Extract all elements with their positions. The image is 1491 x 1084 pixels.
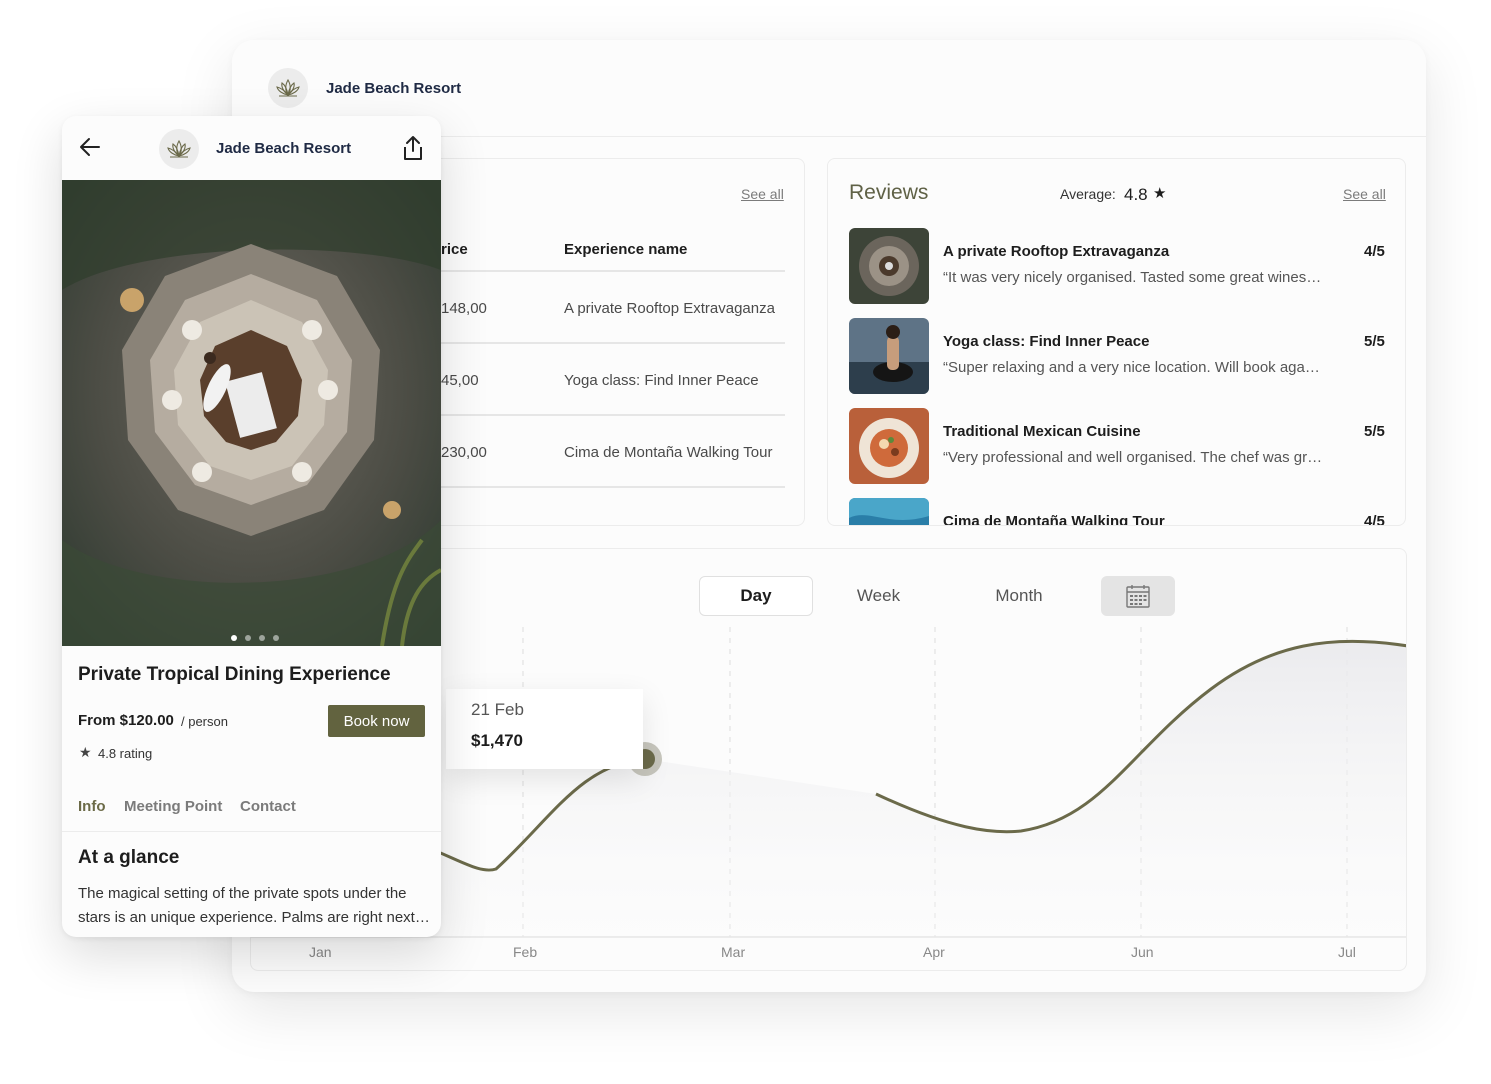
section-title: At a glance xyxy=(78,847,180,868)
price-label: From $120.00 xyxy=(78,712,174,729)
review-thumbnail[interactable] xyxy=(849,228,929,304)
chart-tooltip: 21 Feb $1,470 xyxy=(446,689,643,769)
review-title[interactable]: A private Rooftop Extravaganza xyxy=(943,243,1169,260)
review-title[interactable]: Cima de Montaña Walking Tour xyxy=(943,513,1165,525)
tab-meeting-point[interactable]: Meeting Point xyxy=(124,798,222,815)
table-cell-price: 148,00 xyxy=(441,300,487,317)
price-unit: / person xyxy=(181,714,228,729)
reviews-card: Reviews Average: 4.8 ★ See all A private… xyxy=(827,158,1406,526)
body-line: The magical setting of the private spots… xyxy=(78,885,407,902)
average-label: Average: xyxy=(1060,186,1116,202)
table-cell-name[interactable]: Yoga class: Find Inner Peace xyxy=(564,372,759,389)
experience-title: Private Tropical Dining Experience xyxy=(78,664,391,685)
table-cell-name[interactable]: A private Rooftop Extravaganza xyxy=(564,300,775,317)
brand-name: Jade Beach Resort xyxy=(216,140,352,157)
review-score: 4/5 xyxy=(1364,243,1385,260)
brand-name: Jade Beach Resort xyxy=(326,80,462,97)
share-icon[interactable] xyxy=(402,135,424,166)
price-column-header: rice xyxy=(441,241,468,258)
tab-contact[interactable]: Contact xyxy=(240,798,296,815)
bookings-card: See all rice Experience name 148,00 A pr… xyxy=(382,158,805,526)
table-divider xyxy=(423,414,785,416)
divider xyxy=(62,831,441,832)
bookings-see-all-link[interactable]: See all xyxy=(741,186,784,202)
book-now-button[interactable]: Book now xyxy=(328,705,425,737)
review-score: 5/5 xyxy=(1364,423,1385,440)
review-quote: “Very professional and well organised. T… xyxy=(943,449,1323,466)
review-thumbnail[interactable] xyxy=(849,498,929,525)
x-tick-label: Jun xyxy=(1131,944,1154,960)
table-cell-price: 45,00 xyxy=(441,372,479,389)
x-tick-label: Mar xyxy=(721,944,746,960)
review-title[interactable]: Yoga class: Find Inner Peace xyxy=(943,333,1149,350)
review-title[interactable]: Traditional Mexican Cuisine xyxy=(943,423,1141,440)
x-tick-label: Apr xyxy=(923,944,945,960)
table-divider xyxy=(423,270,785,272)
experience-column-header: Experience name xyxy=(564,241,688,258)
tooltip-value: $1,470 xyxy=(471,731,523,750)
body-line: stars is an unique experience. Palms are… xyxy=(78,909,430,926)
x-tick-label: Jul xyxy=(1338,944,1356,960)
star-icon: ★ xyxy=(1153,185,1167,202)
table-cell-price: 230,00 xyxy=(441,444,487,461)
review-thumbnail[interactable] xyxy=(849,408,929,484)
lotus-logo-icon xyxy=(268,68,308,108)
review-score: 4/5 xyxy=(1364,513,1385,526)
hero-image[interactable] xyxy=(62,180,441,646)
rating-text: 4.8 rating xyxy=(98,746,153,761)
back-arrow-icon[interactable] xyxy=(79,137,101,162)
review-score: 5/5 xyxy=(1364,333,1385,350)
table-cell-name[interactable]: Cima de Montaña Walking Tour xyxy=(564,444,772,461)
star-icon: ★ xyxy=(79,744,92,760)
mobile-screen: Jade Beach Resort Private Tropical Dinin… xyxy=(62,116,441,937)
review-quote: “It was very nicely organised. Tasted so… xyxy=(943,269,1323,286)
review-thumbnail[interactable] xyxy=(849,318,929,394)
tooltip-date: 21 Feb xyxy=(471,700,524,719)
review-quote: “Super relaxing and a very nice location… xyxy=(943,359,1323,376)
reviews-see-all-link[interactable]: See all xyxy=(1343,186,1386,202)
section-body: The magical setting of the private spots… xyxy=(78,882,430,930)
x-tick-label: Feb xyxy=(513,944,538,960)
average-value: 4.8 xyxy=(1124,185,1148,204)
lotus-logo-icon xyxy=(159,129,199,169)
reviews-title: Reviews xyxy=(849,181,929,204)
tab-info[interactable]: Info xyxy=(78,798,106,815)
table-divider xyxy=(423,486,785,488)
x-tick-label: Jan xyxy=(309,944,332,960)
table-divider xyxy=(423,342,785,344)
